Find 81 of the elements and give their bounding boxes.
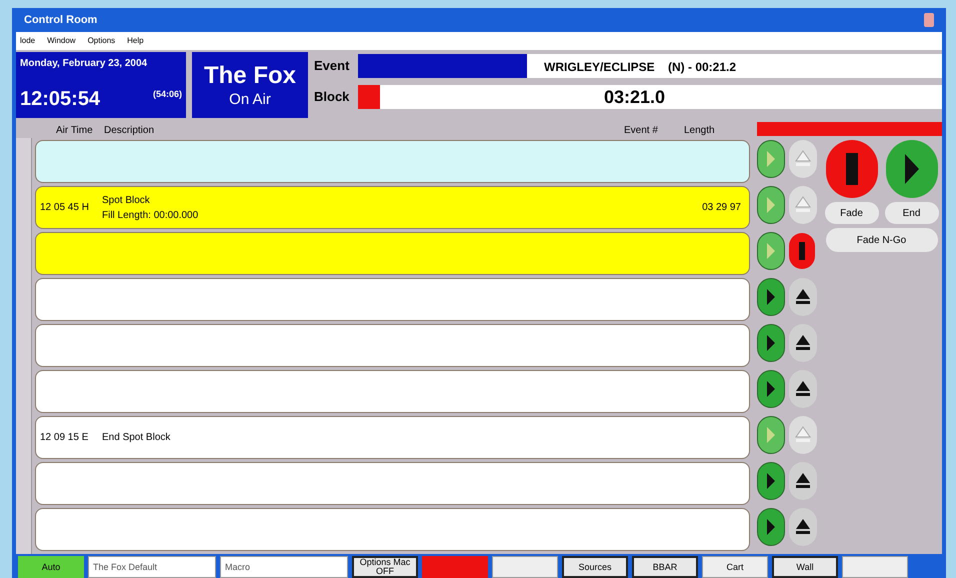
play-icon: [766, 472, 776, 490]
eject-icon: [795, 518, 811, 536]
column-header: Length: [684, 124, 715, 138]
menu-item[interactable]: Options: [88, 35, 116, 47]
playlist-row[interactable]: [35, 140, 750, 183]
end-button[interactable]: End: [884, 202, 938, 224]
play-icon: [766, 150, 776, 168]
block-indicator: [358, 85, 380, 109]
stop-button[interactable]: [789, 233, 815, 269]
playlist-row[interactable]: [35, 278, 750, 321]
play-icon: [766, 242, 776, 260]
playlist-row[interactable]: 12 09 15 E End Spot Block: [35, 416, 750, 459]
playlist-row[interactable]: 12 05 45 H Spot Block Fill Length: 00:00.000 03 29 97: [35, 186, 750, 229]
row-description: Fill Length: 00:00.000: [102, 208, 200, 222]
date-text: Monday, February 23, 2004: [20, 57, 148, 71]
toolbar-button[interactable]: Sources: [562, 556, 628, 578]
play-button[interactable]: [757, 508, 785, 546]
stop-icon: [799, 242, 805, 260]
fade-button[interactable]: Fade: [824, 202, 878, 224]
fade-n-go-button[interactable]: Fade N-Go: [826, 228, 938, 252]
toolbar-button[interactable]: [842, 556, 908, 578]
play-icon: [766, 196, 776, 214]
air-time: 12 09 15 E: [40, 431, 90, 445]
play-icon: [904, 153, 920, 185]
eject-button[interactable]: [789, 508, 817, 546]
window-title: Control Room: [24, 12, 98, 28]
playlist-row[interactable]: [35, 232, 750, 275]
play-button[interactable]: [886, 140, 938, 198]
play-icon: [766, 334, 776, 352]
row-description: End Spot Block: [102, 431, 172, 445]
eject-icon: [795, 150, 811, 168]
eject-button[interactable]: [789, 462, 817, 500]
playlist-row[interactable]: [35, 508, 750, 551]
column-header: Description: [104, 124, 156, 138]
length-text: 03 29 97: [702, 201, 742, 215]
toolbar-button[interactable]: Options Mac OFF: [352, 556, 418, 578]
eject-icon: [795, 380, 811, 398]
toolbar-button[interactable]: Wall: [772, 556, 838, 578]
remaining-time: (54:06): [152, 88, 182, 101]
stop-button[interactable]: [826, 140, 878, 198]
eject-button[interactable]: [789, 324, 817, 362]
input-field[interactable]: Macro: [220, 556, 348, 578]
toolbar-button[interactable]: [492, 556, 558, 578]
menu-item[interactable]: Window: [47, 35, 76, 47]
eject-icon: [795, 288, 811, 306]
play-button[interactable]: [757, 370, 785, 408]
eject-icon: [795, 196, 811, 214]
event-text: WRIGLEY/ECLIPSE (N) - 00:21.2: [544, 59, 736, 76]
air-time: 12 05 45 H: [40, 201, 90, 215]
playlist-row[interactable]: [35, 462, 750, 505]
station-name: The Fox: [204, 60, 296, 91]
column-header: Air Time: [56, 124, 94, 138]
toolbar-button[interactable]: Auto: [18, 556, 84, 578]
eject-button[interactable]: [789, 370, 817, 408]
column-header: Event #: [624, 124, 659, 138]
row-description: Spot Block: [102, 194, 151, 208]
toolbar-button[interactable]: Cart: [702, 556, 768, 578]
playlist-row[interactable]: [35, 370, 750, 413]
play-icon: [766, 288, 776, 306]
menu-item[interactable]: Help: [127, 35, 144, 47]
play-button[interactable]: [757, 462, 785, 500]
eject-button[interactable]: [789, 278, 817, 316]
eject-icon: [795, 426, 811, 444]
clock-time: 12:05:54: [20, 87, 100, 112]
toolbar-button[interactable]: BBAR: [632, 556, 698, 578]
scrollbar[interactable]: [16, 138, 32, 554]
menu-item[interactable]: lode: [20, 35, 36, 47]
playlist-row[interactable]: [35, 324, 750, 367]
stop-icon: [846, 153, 858, 185]
play-icon: [766, 518, 776, 536]
block-label: Block: [314, 88, 350, 106]
play-icon: [766, 426, 776, 444]
play-button[interactable]: [757, 278, 785, 316]
status-text: On Air: [229, 90, 271, 110]
eject-icon: [795, 472, 811, 490]
event-label: Event: [314, 57, 350, 76]
play-icon: [766, 380, 776, 398]
play-button[interactable]: [757, 324, 785, 362]
eject-icon: [795, 334, 811, 352]
block-timer: 03:21.0: [380, 85, 942, 109]
input-field[interactable]: The Fox Default: [88, 556, 216, 578]
